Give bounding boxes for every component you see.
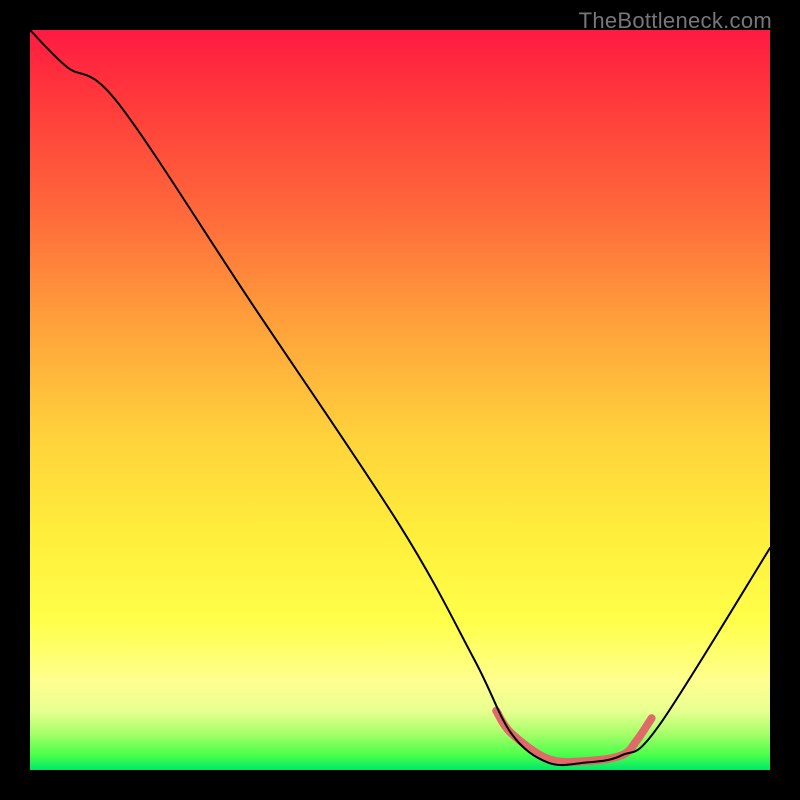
chart-container: TheBottleneck.com xyxy=(0,0,800,800)
series-trough-highlight xyxy=(496,711,651,762)
plot-area xyxy=(30,30,770,770)
series-bottleneck-curve xyxy=(30,30,770,765)
chart-svg xyxy=(30,30,770,770)
